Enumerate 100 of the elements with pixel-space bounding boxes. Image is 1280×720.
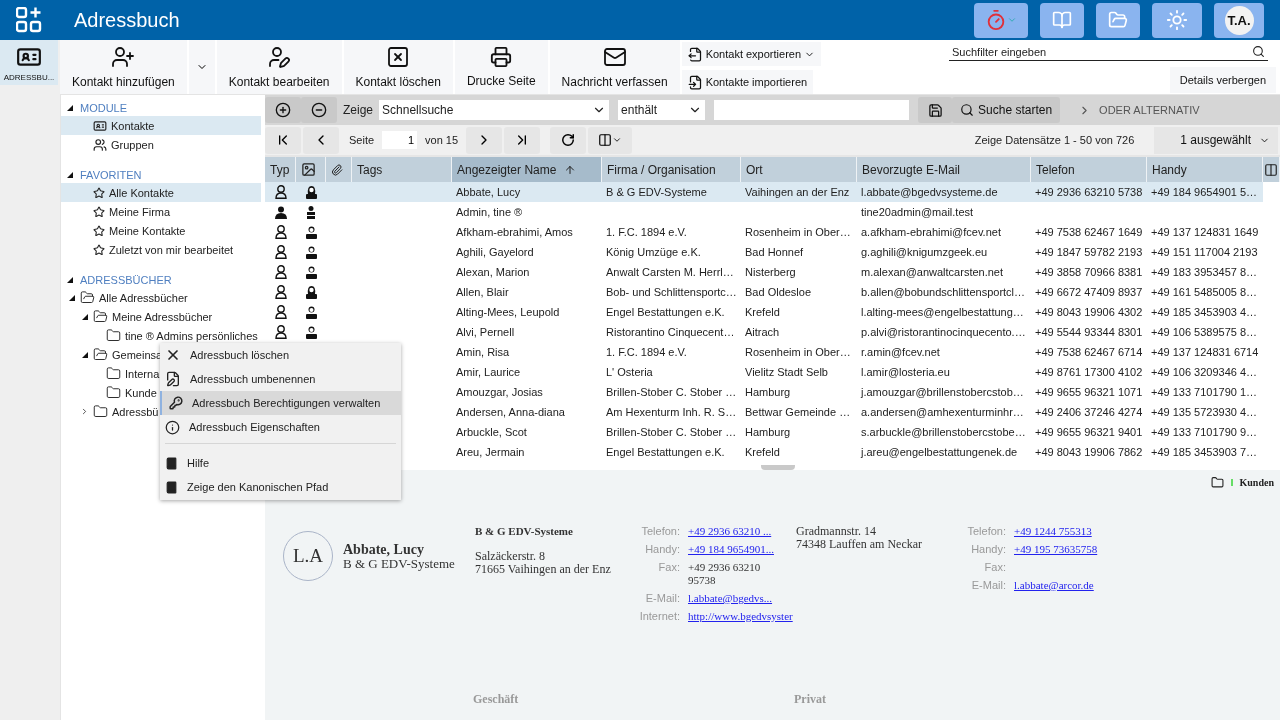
table-cell-text: p.alvi@ristorantinocinquecento.… [860, 326, 1027, 338]
table-cell-text: Krefeld [744, 306, 781, 318]
page-label: Seite [349, 134, 375, 146]
table-cell-text: +49 2406 37246 4274 [1034, 406, 1144, 418]
table-cell-text: L' Osteria [605, 366, 654, 378]
table-cell-text: Bob- und Schlittensportc… [605, 286, 738, 298]
table-cell-text: +49 5544 93344 8301 [1034, 326, 1144, 338]
record-summary: Zeige Datensätze 1 - 50 von 726 [974, 134, 1135, 146]
table-cell-text: +49 135 5723930 4… [1150, 406, 1259, 418]
table-cell-text: l.abbate@bgedvsysteme.de [860, 186, 999, 198]
company-name: B & G EDV-Systeme [475, 525, 574, 538]
table-cell-text: +49 3858 70966 8381 [1034, 266, 1144, 278]
table-cell-text: l.amir@losteria.eu [860, 366, 951, 378]
table-cell-text: +49 137 124831 1649 [1150, 226, 1260, 238]
table-cell-text: Bad Honnef [744, 246, 805, 258]
field-label: Telefon: [640, 525, 680, 538]
table-cell-text: +49 151 117004 2193 [1150, 246, 1259, 258]
table-cell-text: König Umzüge e.K. [605, 246, 702, 258]
field-label: Internet: [638, 610, 680, 623]
section-caption: Geschäft [473, 692, 520, 707]
table-cell-text: s.arbuckle@brillenstobercstobe… [860, 426, 1027, 438]
table-cell-text: Alvi, Pernell [455, 326, 516, 338]
table-cell-text: +49 133 7101790 9… [1150, 426, 1259, 438]
field-label: Handy: [970, 543, 1006, 556]
user-avatar: T.A. [1224, 5, 1254, 35]
table-cell-text: Rosenheim in Ober… [744, 346, 852, 358]
table-cell-text: +49 9655 96321 1071 [1034, 386, 1144, 398]
table-cell-text: +49 9655 96321 9401 [1034, 426, 1144, 438]
section-heading: ADRESSBÜCHER [80, 273, 172, 286]
table-cell-text: +49 137 124831 6714 [1150, 346, 1260, 358]
field-label: E-Mail: [644, 592, 680, 605]
page-count: von 15 [425, 134, 459, 146]
table-cell-text: j.amouzgar@brillenstobercstob… [859, 386, 1025, 398]
field-label: Fax: [983, 561, 1006, 574]
table-cell-text: l.alting-mees@engelbestattung… [860, 306, 1025, 318]
table-cell-text: Areu, Jermain [455, 446, 526, 458]
table-cell-text: Brillen-Stober C. Stober … [605, 386, 738, 398]
street: Salzäckerstr. 8 [475, 550, 546, 563]
field-label: Handy: [644, 543, 680, 556]
table-cell-text: +49 7538 62467 6714 [1034, 346, 1144, 358]
table-cell-text: Rosenheim in Ober… [744, 226, 852, 238]
table-cell-text: +49 7538 62467 1649 [1034, 226, 1144, 238]
table-cell-text: +49 6672 47409 8937 [1034, 286, 1144, 298]
table-cell-text: +49 8043 19906 4302 [1034, 306, 1144, 318]
table-cell-text: a.andersen@amhexenturminhr… [860, 406, 1025, 418]
field-label: Fax: [657, 561, 680, 575]
street: Gradmannstr. 14 [796, 525, 877, 538]
table-cell-text: Andersen, Anna-diana [455, 406, 566, 418]
table-cell-text: +49 2936 63210 5738 [1034, 186, 1144, 198]
table-cell-text: 1. F.C. 1894 e.V. [605, 226, 688, 238]
table-cell-text: +49 185 3453903 4… [1150, 306, 1259, 318]
table-cell-text: Engel Bestattungen e.K. [605, 446, 726, 458]
table-cell-text: +49 184 9654901 5… [1150, 186, 1259, 198]
table-cell-text: Krefeld [744, 446, 781, 458]
filter-label: Zeige [343, 103, 374, 117]
table-cell-text: Admin, tine ® [455, 206, 524, 218]
table-cell-text: Aghili, Gayelord [455, 246, 535, 258]
table-cell-text: +49 133 7101790 1… [1150, 386, 1259, 398]
table-cell-text: Amir, Laurice [455, 366, 522, 378]
contact-company: B & G EDV-Systeme [343, 557, 455, 570]
table-cell-text: a.afkham-ebrahimi@fcev.net [860, 226, 1002, 238]
table-cell-text: Bettwar Gemeinde … [744, 406, 852, 418]
table-cell-text: +49 8761 17300 4102 [1034, 366, 1144, 378]
table-cell-text: r.amin@fcev.net [860, 346, 941, 358]
table-cell-text: Bad Oldesloe [744, 286, 813, 298]
table-cell-text: Ristorantino Cinquecent… [605, 326, 736, 338]
table-cell-text: Abbate, Lucy [455, 186, 522, 198]
table-cell-text: B & G EDV-Systeme [605, 186, 708, 198]
folder-name: Kunden [1239, 477, 1274, 488]
table-cell-text: +49 185 3453903 7… [1150, 446, 1259, 458]
table-cell-text: Allen, Blair [455, 286, 510, 298]
table-cell-text: j.areu@engelbestattungenek.de [859, 446, 1019, 458]
app-title: Adressbuch [74, 8, 180, 32]
field-value: +49 2936 63210 95738 [688, 561, 762, 587]
table-cell-text: Amin, Risa [455, 346, 511, 358]
table-cell-text: Vaihingen an der Enz [744, 186, 851, 198]
table-cell-text: Vielitz Stadt Selb [744, 366, 829, 378]
table-cell-text: Amouzgar, Josias [455, 386, 544, 398]
section-heading: MODULE [80, 101, 128, 114]
city: 71665 Vaihingen an der Enz [475, 563, 612, 576]
table-cell-text: Alting-Mees, Leupold [455, 306, 561, 318]
table-cell-text: Alexan, Marion [455, 266, 531, 278]
table-cell-text: Hamburg [744, 426, 792, 438]
city: 74348 Lauffen am Neckar [796, 538, 924, 551]
table-cell-text: Hamburg [744, 386, 792, 398]
table-cell-text: Nisterberg [744, 266, 797, 278]
table-cell-text: Am Hexenturm Inh. R. S… [605, 406, 738, 418]
table-cell-text: Arbuckle, Scot [455, 426, 528, 438]
table-cell-text: tine20admin@mail.test [860, 206, 975, 218]
field-label: E-Mail: [970, 579, 1006, 592]
table-cell-text: +49 106 3209346 4… [1150, 366, 1259, 378]
section-caption: Privat [794, 692, 827, 707]
table-cell-text: +49 1847 59782 2193 [1034, 246, 1144, 258]
field-label: Telefon: [966, 525, 1006, 538]
table-cell-text: Brillen-Stober C. Stober … [605, 426, 738, 438]
table-cell-text: b.allen@bobundschlittensportcl… [860, 286, 1027, 298]
table-cell-text: +49 8043 19906 7862 [1034, 446, 1144, 458]
section-heading: FAVORITEN [80, 168, 142, 181]
contact-name: Abbate, Lucy [343, 542, 425, 557]
table-cell-text: Afkham-ebrahimi, Amos [455, 226, 574, 238]
